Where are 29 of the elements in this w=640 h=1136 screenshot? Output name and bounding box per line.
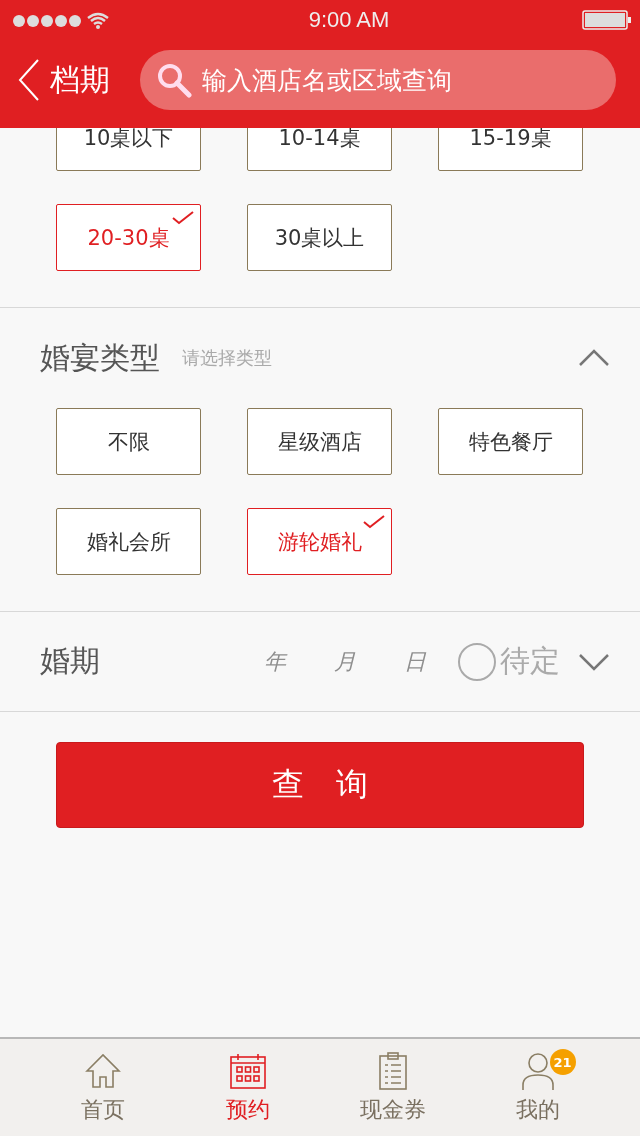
month-field[interactable]: 月	[310, 648, 380, 675]
option-button[interactable]: 特色餐厅	[438, 408, 583, 475]
tab-item[interactable]: 预约	[175, 1039, 320, 1136]
battery-icon	[582, 10, 632, 30]
search-field[interactable]: 输入酒店名或区域查询	[140, 50, 616, 110]
back-icon	[18, 59, 40, 101]
tab-item[interactable]: 我的 21	[465, 1039, 610, 1136]
section-title: 婚期	[40, 642, 101, 680]
query-button[interactable]: 查 询	[56, 742, 584, 828]
tab-item[interactable]: 现金券	[320, 1039, 465, 1136]
status-time: 9:00 AM	[308, 7, 390, 33]
option-button[interactable]: 星级酒店	[247, 408, 392, 475]
search-icon	[156, 62, 192, 98]
tab-item[interactable]: 首页	[30, 1039, 175, 1136]
section-hint: 请选择类型	[182, 346, 273, 370]
chevron-down-icon[interactable]	[578, 652, 610, 671]
option-button[interactable]: 不限	[56, 408, 201, 475]
year-field[interactable]: 年	[240, 648, 310, 675]
check-icon	[172, 211, 194, 225]
chevron-up-icon[interactable]	[578, 349, 610, 367]
section-title: 婚宴类型	[40, 338, 160, 377]
back-button[interactable]: 档期	[18, 59, 110, 101]
option-button[interactable]: 30桌以上	[247, 204, 392, 271]
notification-badge: 21	[549, 1049, 576, 1075]
option-button[interactable]: 20-30桌	[56, 204, 201, 271]
option-button[interactable]: 游轮婚礼	[247, 508, 392, 575]
check-icon	[363, 515, 385, 529]
option-button[interactable]: 婚礼会所	[56, 508, 201, 575]
day-field[interactable]: 日	[380, 648, 450, 675]
